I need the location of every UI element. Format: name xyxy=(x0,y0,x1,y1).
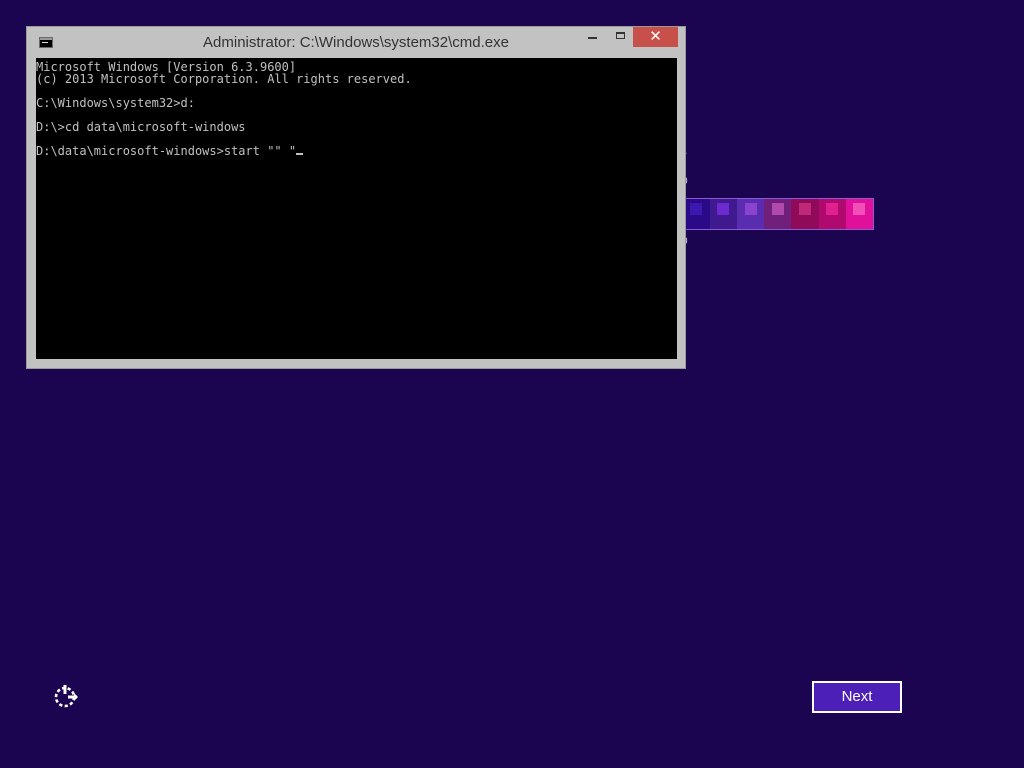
color-swatch-chip xyxy=(799,203,812,215)
color-swatch-chip xyxy=(744,203,757,215)
close-icon: ✕ xyxy=(649,28,662,45)
color-swatch-chip xyxy=(690,203,703,215)
color-swatch-chip xyxy=(826,203,839,215)
color-swatch[interactable] xyxy=(791,199,819,229)
minimize-button[interactable] xyxy=(580,27,606,47)
color-swatch-chip xyxy=(771,203,784,215)
maximize-icon xyxy=(616,32,625,39)
console-output: Microsoft Windows [Version 6.3.9600] (c)… xyxy=(36,58,677,157)
console-line: (c) 2013 Microsoft Corporation. All righ… xyxy=(36,72,412,86)
next-button[interactable]: Next xyxy=(812,681,902,713)
console-line: D:\>cd data\microsoft-windows xyxy=(36,120,246,134)
maximize-button[interactable] xyxy=(608,27,634,47)
color-swatch[interactable] xyxy=(682,199,710,229)
color-swatch[interactable] xyxy=(737,199,765,229)
close-button[interactable]: ✕ xyxy=(633,27,678,47)
console-line: C:\Windows\system32>d: xyxy=(36,96,195,110)
text-cursor xyxy=(296,153,304,155)
color-swatch[interactable] xyxy=(818,199,846,229)
cmd-window[interactable]: Administrator: C:\Windows\system32\cmd.e… xyxy=(26,26,686,369)
console-line: D:\data\microsoft-windows>start "" " xyxy=(36,144,297,158)
ease-of-access-icon-graphic xyxy=(54,685,78,708)
cmd-titlebar[interactable]: Administrator: C:\Windows\system32\cmd.e… xyxy=(27,27,685,59)
color-swatch-chip xyxy=(717,203,730,215)
color-swatch[interactable] xyxy=(764,199,792,229)
color-swatch-chip xyxy=(853,203,866,215)
color-swatch[interactable] xyxy=(709,199,738,229)
ease-of-access-icon[interactable] xyxy=(52,683,80,711)
minimize-icon xyxy=(588,37,597,39)
color-swatch[interactable] xyxy=(845,199,873,229)
console-output-area[interactable]: Microsoft Windows [Version 6.3.9600] (c)… xyxy=(36,58,677,359)
